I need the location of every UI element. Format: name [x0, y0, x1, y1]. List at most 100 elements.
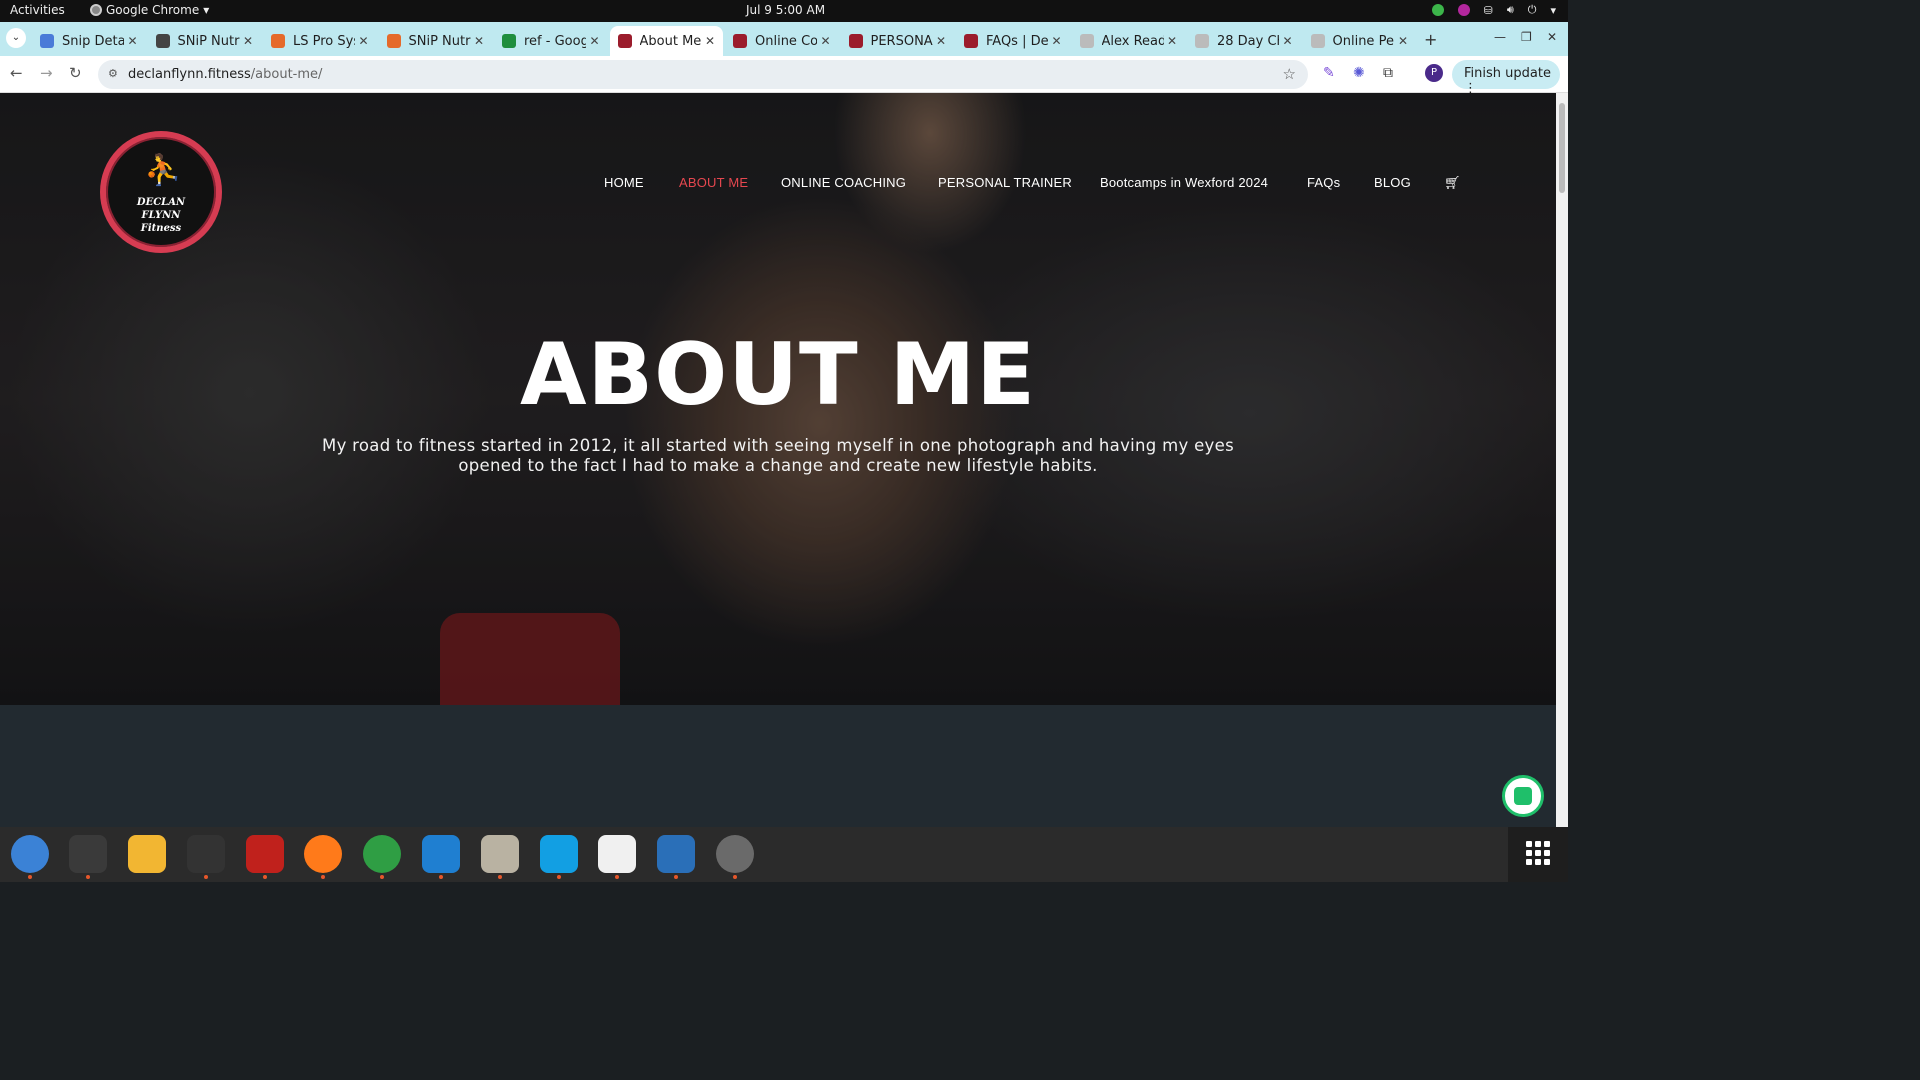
tab-close-icon[interactable]: ✕ [358, 34, 368, 48]
tab-7[interactable]: Online Co ✕ [725, 26, 839, 56]
chat-widget-button[interactable] [1502, 775, 1544, 817]
extension-icon[interactable] [1457, 4, 1470, 16]
browser-toolbar: ← → ↻ ⚙ declanflynn.fitness/about-me/ ☆ … [0, 56, 1568, 96]
clock[interactable]: Jul 9 5:00 AM [746, 3, 825, 17]
extensions-puzzle-icon[interactable]: ⧉ [1383, 65, 1393, 81]
tab-close-icon[interactable]: ✕ [820, 34, 830, 48]
vscode-icon[interactable] [422, 835, 460, 879]
tab-close-icon[interactable]: ✕ [705, 34, 715, 48]
site-logo[interactable]: ⛹ DECLAN FLYNN Fitness [100, 131, 222, 253]
tab-title: About Me [639, 33, 702, 49]
tab-title: Online Co [755, 33, 817, 49]
system-tray[interactable]: ⛁ 🔊︎ ⏻ ▾ [1431, 3, 1556, 17]
terminal-icon[interactable] [69, 835, 107, 879]
tab-3[interactable]: LS Pro Sys ✕ [263, 26, 377, 56]
sparkle-extension-icon[interactable]: ✺ [1353, 65, 1365, 81]
cart-icon[interactable]: 🛒︎ [1444, 175, 1461, 191]
show-apps-button[interactable] [1508, 827, 1568, 882]
volume-icon[interactable]: 🔊︎ [1507, 3, 1514, 17]
disk-icon[interactable] [716, 835, 754, 879]
url-host: declanflynn.fitness [128, 67, 251, 82]
site-info-icon[interactable]: ⚙ [108, 67, 122, 81]
url-text[interactable]: declanflynn.fitness/about-me/ [128, 67, 322, 82]
tab-close-icon[interactable]: ✕ [589, 34, 599, 48]
finish-update-button[interactable]: Finish update ⋮ [1452, 60, 1560, 96]
pen-extension-icon[interactable]: ✎ [1323, 65, 1335, 81]
tab-8[interactable]: PERSONA ✕ [841, 26, 955, 56]
chevron-down-icon[interactable]: ▾ [1550, 4, 1556, 17]
tab-1[interactable]: Snip Detai ✕ [32, 26, 146, 56]
url-path: /about-me/ [250, 67, 323, 82]
back-button[interactable]: ← [10, 64, 23, 82]
nav-faqs[interactable]: FAQs [1307, 175, 1340, 190]
tab-close-icon[interactable]: ✕ [474, 34, 484, 48]
tab-5[interactable]: ref - Googl ✕ [494, 26, 608, 56]
page-scrollbar[interactable] [1556, 93, 1568, 827]
tab-9[interactable]: FAQs | De ✕ [956, 26, 1070, 56]
app-menu[interactable]: Google Chrome ▾ [90, 3, 209, 17]
tab-title: PERSONA [870, 33, 933, 49]
new-tab-button[interactable]: + [1424, 30, 1437, 49]
tab-title: SNiP Nutri [408, 33, 471, 49]
reload-button[interactable]: ↻ [69, 64, 82, 82]
text-editor-icon[interactable] [598, 835, 636, 879]
network-icon[interactable]: ⛁ [1484, 4, 1493, 17]
tab-2[interactable]: SNiP Nutri ✕ [148, 26, 262, 56]
tab-title: LS Pro Sys [293, 33, 355, 49]
tab-close-icon[interactable]: ✕ [1282, 34, 1292, 48]
notes-icon[interactable] [128, 835, 166, 873]
skype-icon[interactable] [540, 835, 578, 879]
thunderbird-icon[interactable] [11, 835, 49, 879]
running-indicator [439, 875, 443, 879]
profile-avatar[interactable]: P [1425, 64, 1443, 82]
tab-4[interactable]: SNiP Nutri ✕ [379, 26, 493, 56]
tab-favicon-icon [40, 34, 54, 48]
system-monitor-icon[interactable] [187, 835, 225, 879]
tab-6[interactable]: About Me ✕ [609, 26, 723, 56]
tab-favicon-icon [155, 34, 170, 48]
tab-close-icon[interactable]: ✕ [127, 34, 137, 48]
grid-dot [1544, 859, 1550, 865]
files-icon[interactable] [481, 835, 519, 879]
grid-dot [1526, 850, 1532, 856]
power-icon[interactable]: ⏻ [1528, 3, 1537, 17]
tab-11[interactable]: 28 Day Ch ✕ [1187, 26, 1301, 56]
firefox-icon[interactable] [304, 835, 342, 879]
close-window-icon[interactable]: ✕ [1547, 30, 1557, 44]
hero-subtitle: My road to fitness started in 2012, it a… [322, 436, 1234, 475]
restore-icon[interactable]: ❐ [1521, 30, 1532, 44]
tab-10[interactable]: Alex Read ✕ [1072, 26, 1186, 56]
tab-close-icon[interactable]: ✕ [1167, 34, 1177, 48]
tab-favicon-icon [848, 34, 863, 48]
chrome-icon[interactable] [363, 835, 401, 879]
tab-favicon-icon [733, 34, 747, 48]
tab-favicon-icon [964, 34, 978, 48]
activities-button[interactable]: Activities [10, 3, 65, 17]
nav-home[interactable]: HOME [604, 175, 644, 190]
tab-favicon-icon [617, 34, 632, 48]
system-top-bar: Activities Google Chrome ▾ Jul 9 5:00 AM… [0, 0, 1568, 22]
minimize-icon[interactable]: — [1494, 30, 1506, 44]
document-viewer-icon[interactable] [657, 835, 695, 879]
chat-icon [1514, 787, 1532, 805]
update-icon[interactable] [1431, 4, 1444, 16]
tab-close-icon[interactable]: ✕ [1398, 34, 1408, 48]
tab-12[interactable]: Online Pe ✕ [1303, 26, 1417, 56]
bookmark-star-icon[interactable]: ☆ [1283, 65, 1296, 83]
tab-favicon-icon [386, 34, 401, 48]
forward-button[interactable]: → [40, 64, 53, 82]
nav-personal-trainer[interactable]: PERSONAL TRAINER [938, 175, 1072, 190]
tab-close-icon[interactable]: ✕ [1051, 34, 1061, 48]
address-bar[interactable]: ⚙ declanflynn.fitness/about-me/ ☆ [98, 60, 1308, 89]
tab-close-icon[interactable]: ✕ [243, 34, 253, 48]
filezilla-icon[interactable] [246, 835, 284, 879]
chrome-icon [90, 4, 102, 16]
nav-about-me[interactable]: ABOUT ME [679, 175, 748, 190]
nav-bootcamps[interactable]: Bootcamps in Wexford 2024 [1100, 175, 1268, 190]
tab-search-button[interactable]: ⌄ [6, 28, 26, 48]
scrollbar-thumb[interactable] [1559, 103, 1565, 193]
tab-close-icon[interactable]: ✕ [936, 34, 946, 48]
grid-dot [1544, 841, 1550, 847]
nav-blog[interactable]: BLOG [1374, 175, 1411, 190]
nav-online-coaching[interactable]: ONLINE COACHING [781, 175, 906, 190]
